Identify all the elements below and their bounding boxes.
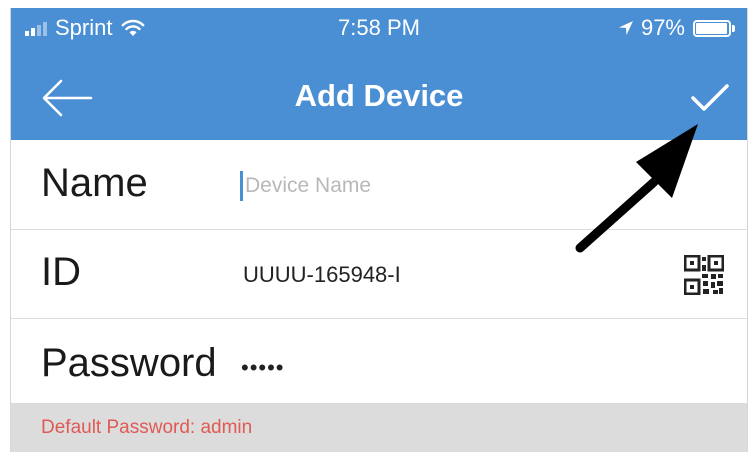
password-label: Password <box>41 341 217 385</box>
location-icon <box>618 21 633 35</box>
checkmark-icon <box>691 84 729 111</box>
hint-section: Default Password: admin <box>11 403 747 452</box>
annotation-arrow-icon <box>575 124 698 253</box>
device-id-field[interactable]: UUUU-165948-I <box>243 262 401 288</box>
id-label: ID <box>41 250 81 294</box>
status-right: 97% <box>617 15 735 41</box>
confirm-button[interactable] <box>687 76 733 120</box>
battery-icon <box>693 19 731 37</box>
name-label: Name <box>41 161 148 205</box>
password-field[interactable]: ••••• <box>241 355 285 381</box>
battery-fill <box>696 22 727 34</box>
password-row: Password ••••• <box>11 319 747 403</box>
page-title: Add Device <box>294 78 464 113</box>
battery-tip <box>732 24 735 32</box>
default-password-hint: Default Password: admin <box>41 417 253 438</box>
qr-code-icon[interactable] <box>684 255 724 295</box>
battery-percent: 97% <box>640 15 685 40</box>
app-screen: Sprint 7:58 PM 97% Add Device Name Devic… <box>10 8 748 452</box>
status-bar: Sprint 7:58 PM 97% <box>11 8 747 56</box>
